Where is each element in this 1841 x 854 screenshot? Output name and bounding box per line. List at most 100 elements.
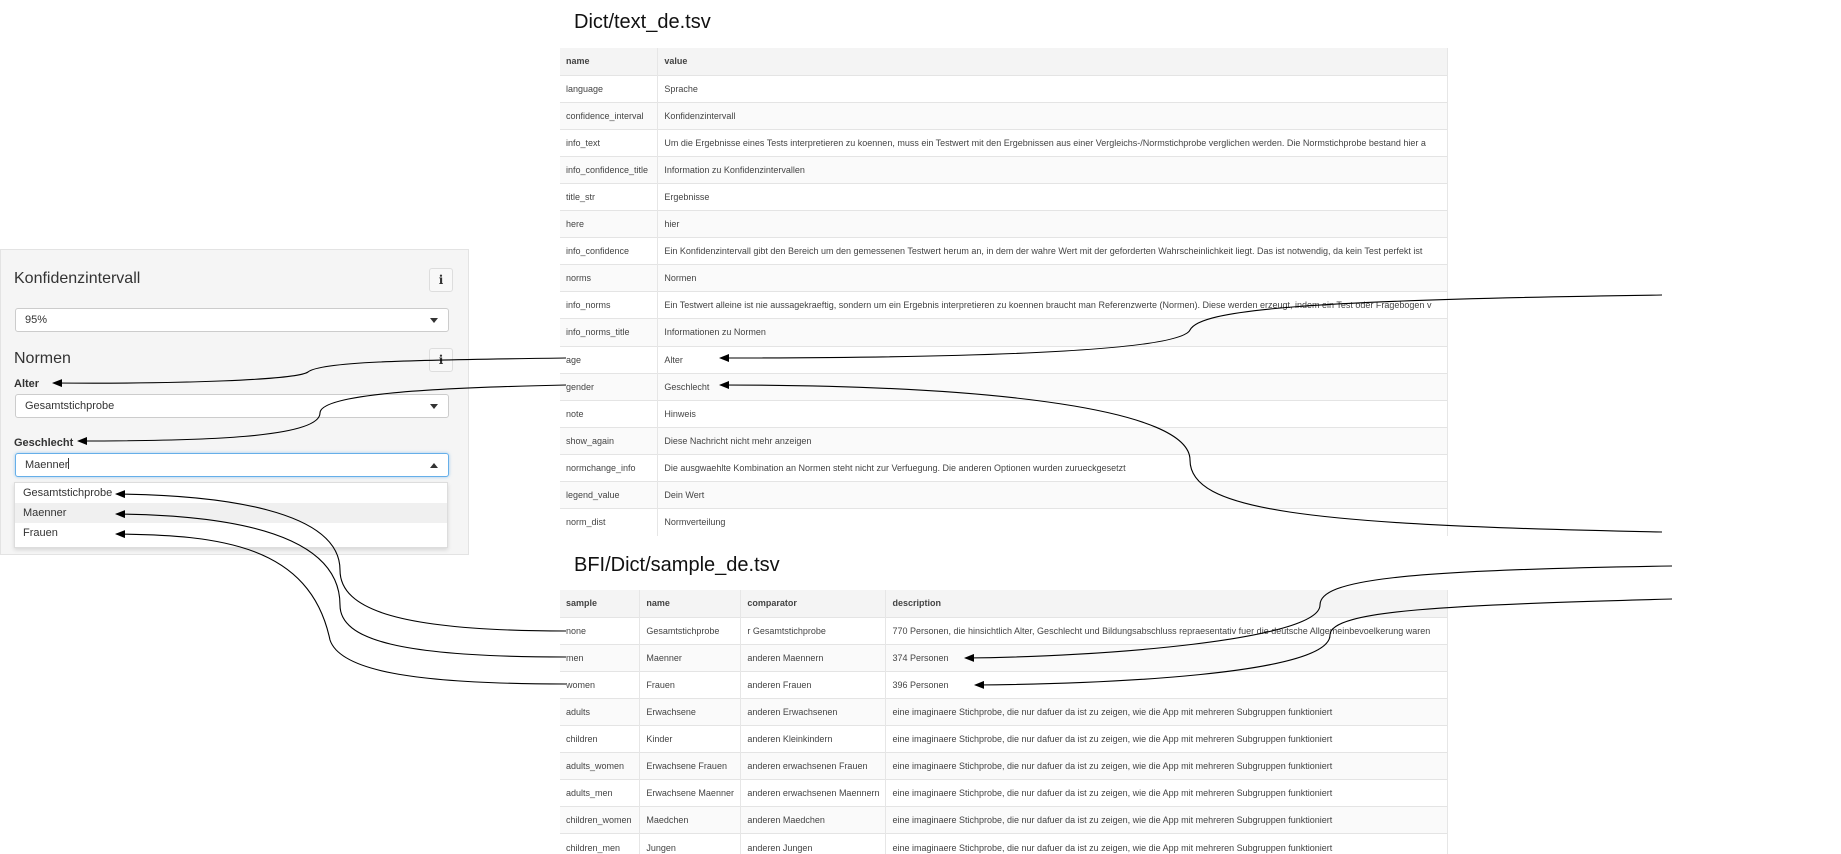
table2-title: BFI/Dict/sample_de.tsv: [574, 554, 780, 576]
table-cell: children_men: [560, 833, 641, 854]
table-cell: Dein Wert: [657, 480, 1448, 509]
table-cell: Geschlecht: [657, 372, 1448, 401]
table-cell: title_str: [560, 182, 659, 211]
table-cell: Kinder: [639, 724, 742, 753]
table-cell: anderen Erwachsenen: [740, 697, 887, 726]
table-cell: normchange_info: [560, 453, 659, 482]
table-cell: adults_men: [560, 779, 641, 807]
table-cell: eine imaginaere Stichprobe, die nur dafu…: [885, 833, 1448, 854]
table-cell: anderen Jungen: [740, 833, 887, 854]
gender-option-gesamtstichprobe[interactable]: Gesamtstichprobe: [15, 483, 447, 503]
table-cell: here: [560, 210, 659, 238]
table-cell: legend_value: [560, 480, 659, 509]
table1-container: name value language Sprache confidence_int…: [560, 48, 1448, 536]
table-row: adults Erwachsene anderen Erwachsenen eine …: [560, 697, 1448, 726]
table-cell: r Gesamtstichprobe: [740, 616, 887, 645]
table-cell: eine imaginaere Stichprobe, die nur dafu…: [885, 752, 1448, 780]
table-cell: norm_dist: [560, 508, 659, 536]
table-cell: 374 Personen: [885, 643, 1448, 672]
table-row: children Kinder anderen Kleinkindern eine i…: [560, 724, 1448, 753]
table-cell: info_norms: [560, 291, 659, 319]
table-row: gender Geschlecht: [560, 372, 1448, 401]
chevron-down-icon: [430, 404, 438, 409]
table-cell: Um die Ergebnisse eines Tests interpreti…: [657, 128, 1448, 157]
table-cell: children: [560, 724, 641, 753]
age-select[interactable]: Gesamtstichprobe: [15, 394, 449, 418]
table-row: age Alter: [560, 345, 1448, 374]
table-row: confidence_interval Konfidenzintervall: [560, 101, 1448, 130]
table-cell: Erwachsene Maenner: [639, 779, 742, 807]
gender-label: Geschlecht: [14, 437, 74, 449]
age-label: Alter: [14, 378, 40, 390]
table-row: men Maenner anderen Maennern 374 Personen: [560, 643, 1448, 672]
age-select-value: Gesamtstichprobe: [25, 400, 115, 412]
table-cell: Erwachsene: [639, 697, 742, 726]
table-row: adults_women Erwachsene Frauen anderen erw…: [560, 752, 1448, 780]
confidence-info-button[interactable]: i: [429, 268, 453, 292]
table-cell: anderen Maedchen: [740, 806, 887, 834]
table-cell: Die ausgwaehlte Kombination an Normen st…: [657, 453, 1448, 482]
table-cell: Diese Nachricht nicht mehr anzeigen: [657, 426, 1448, 455]
table-cell: none: [560, 616, 641, 645]
column-header: sample: [560, 590, 641, 618]
confidence-select[interactable]: 95%: [15, 308, 449, 332]
gender-select[interactable]: Maenner: [15, 453, 449, 477]
table-cell: age: [560, 345, 659, 374]
table-row: children_men Jungen anderen Jungen eine ima…: [560, 833, 1448, 854]
table-cell: men: [560, 643, 641, 672]
table-cell: Ein Konfidenzintervall gibt den Bereich …: [657, 237, 1448, 265]
table-cell: Konfidenzintervall: [657, 101, 1448, 130]
table1-title: Dict/text_de.tsv: [574, 11, 711, 33]
table-cell: anderen erwachsenen Frauen: [740, 752, 887, 780]
table-cell: norms: [560, 264, 659, 292]
table-row: note Hinweis: [560, 399, 1448, 428]
table-row: info_confidence Ein Konfidenzintervall gi…: [560, 237, 1448, 265]
table-cell: Hinweis: [657, 399, 1448, 428]
norms-info-button[interactable]: i: [429, 348, 453, 372]
chevron-up-icon: [430, 463, 438, 468]
gender-option-frauen[interactable]: Frauen: [15, 523, 447, 543]
table-cell: Jungen: [639, 833, 742, 854]
table-cell: Gesamtstichprobe: [639, 616, 742, 645]
table-row: info_norms_title Informationen zu Normen: [560, 318, 1448, 347]
gender-select-value: Maenner: [25, 459, 69, 471]
table-cell: Normverteilung: [657, 508, 1448, 536]
gender-option-maenner[interactable]: Maenner: [15, 503, 447, 523]
table2-container: sample name comparator description none G…: [560, 590, 1448, 854]
table-cell: eine imaginaere Stichprobe, die nur dafu…: [885, 779, 1448, 807]
table-row: info_text Um die Ergebnisse eines Tests i…: [560, 128, 1448, 157]
table-row: language Sprache: [560, 74, 1448, 103]
table-row: women Frauen anderen Frauen 396 Personen: [560, 670, 1448, 699]
table-cell: adults_women: [560, 752, 641, 780]
table-cell: anderen Maennern: [740, 643, 887, 672]
table-row: none Gesamtstichprobe r Gesamtstichprobe 77…: [560, 616, 1448, 645]
table-cell: Maedchen: [639, 806, 742, 834]
table-row: here hier: [560, 210, 1448, 238]
column-header: name: [639, 590, 742, 618]
table-cell: note: [560, 399, 659, 428]
table-row: norm_dist Normverteilung: [560, 508, 1448, 536]
table-row: show_again Diese Nachricht nicht mehr anz…: [560, 426, 1448, 455]
table-cell: Erwachsene Frauen: [639, 752, 742, 780]
table-cell: anderen erwachsenen Maennern: [740, 779, 887, 807]
table-cell: women: [560, 670, 641, 699]
table-row: info_confidence_title Information zu Konf…: [560, 155, 1448, 184]
table-cell: Informationen zu Normen: [657, 318, 1448, 347]
table-row: adults_men Erwachsene Maenner anderen erwa…: [560, 779, 1448, 807]
table-row: title_str Ergebnisse: [560, 182, 1448, 211]
table-cell: Ergebnisse: [657, 182, 1448, 211]
table-cell: info_confidence: [560, 237, 659, 265]
table-row: norms Normen: [560, 264, 1448, 292]
column-header: name: [560, 48, 659, 76]
column-header: comparator: [740, 590, 887, 618]
sample-dict-table: sample name comparator description none G…: [560, 590, 1448, 854]
table-cell: confidence_interval: [560, 101, 659, 130]
table-cell: Normen: [657, 264, 1448, 292]
table-cell: 770 Personen, die hinsichtlich Alter, Ge…: [885, 616, 1448, 645]
table-cell: Ein Testwert alleine ist nie aussagekrae…: [657, 291, 1448, 319]
confidence-select-value: 95%: [25, 314, 48, 326]
table-cell: gender: [560, 372, 659, 401]
table-row: normchange_info Die ausgwaehlte Kombinati…: [560, 453, 1448, 482]
table-row: children_women Maedchen anderen Maedchen ei…: [560, 806, 1448, 834]
table-cell: anderen Frauen: [740, 670, 887, 699]
